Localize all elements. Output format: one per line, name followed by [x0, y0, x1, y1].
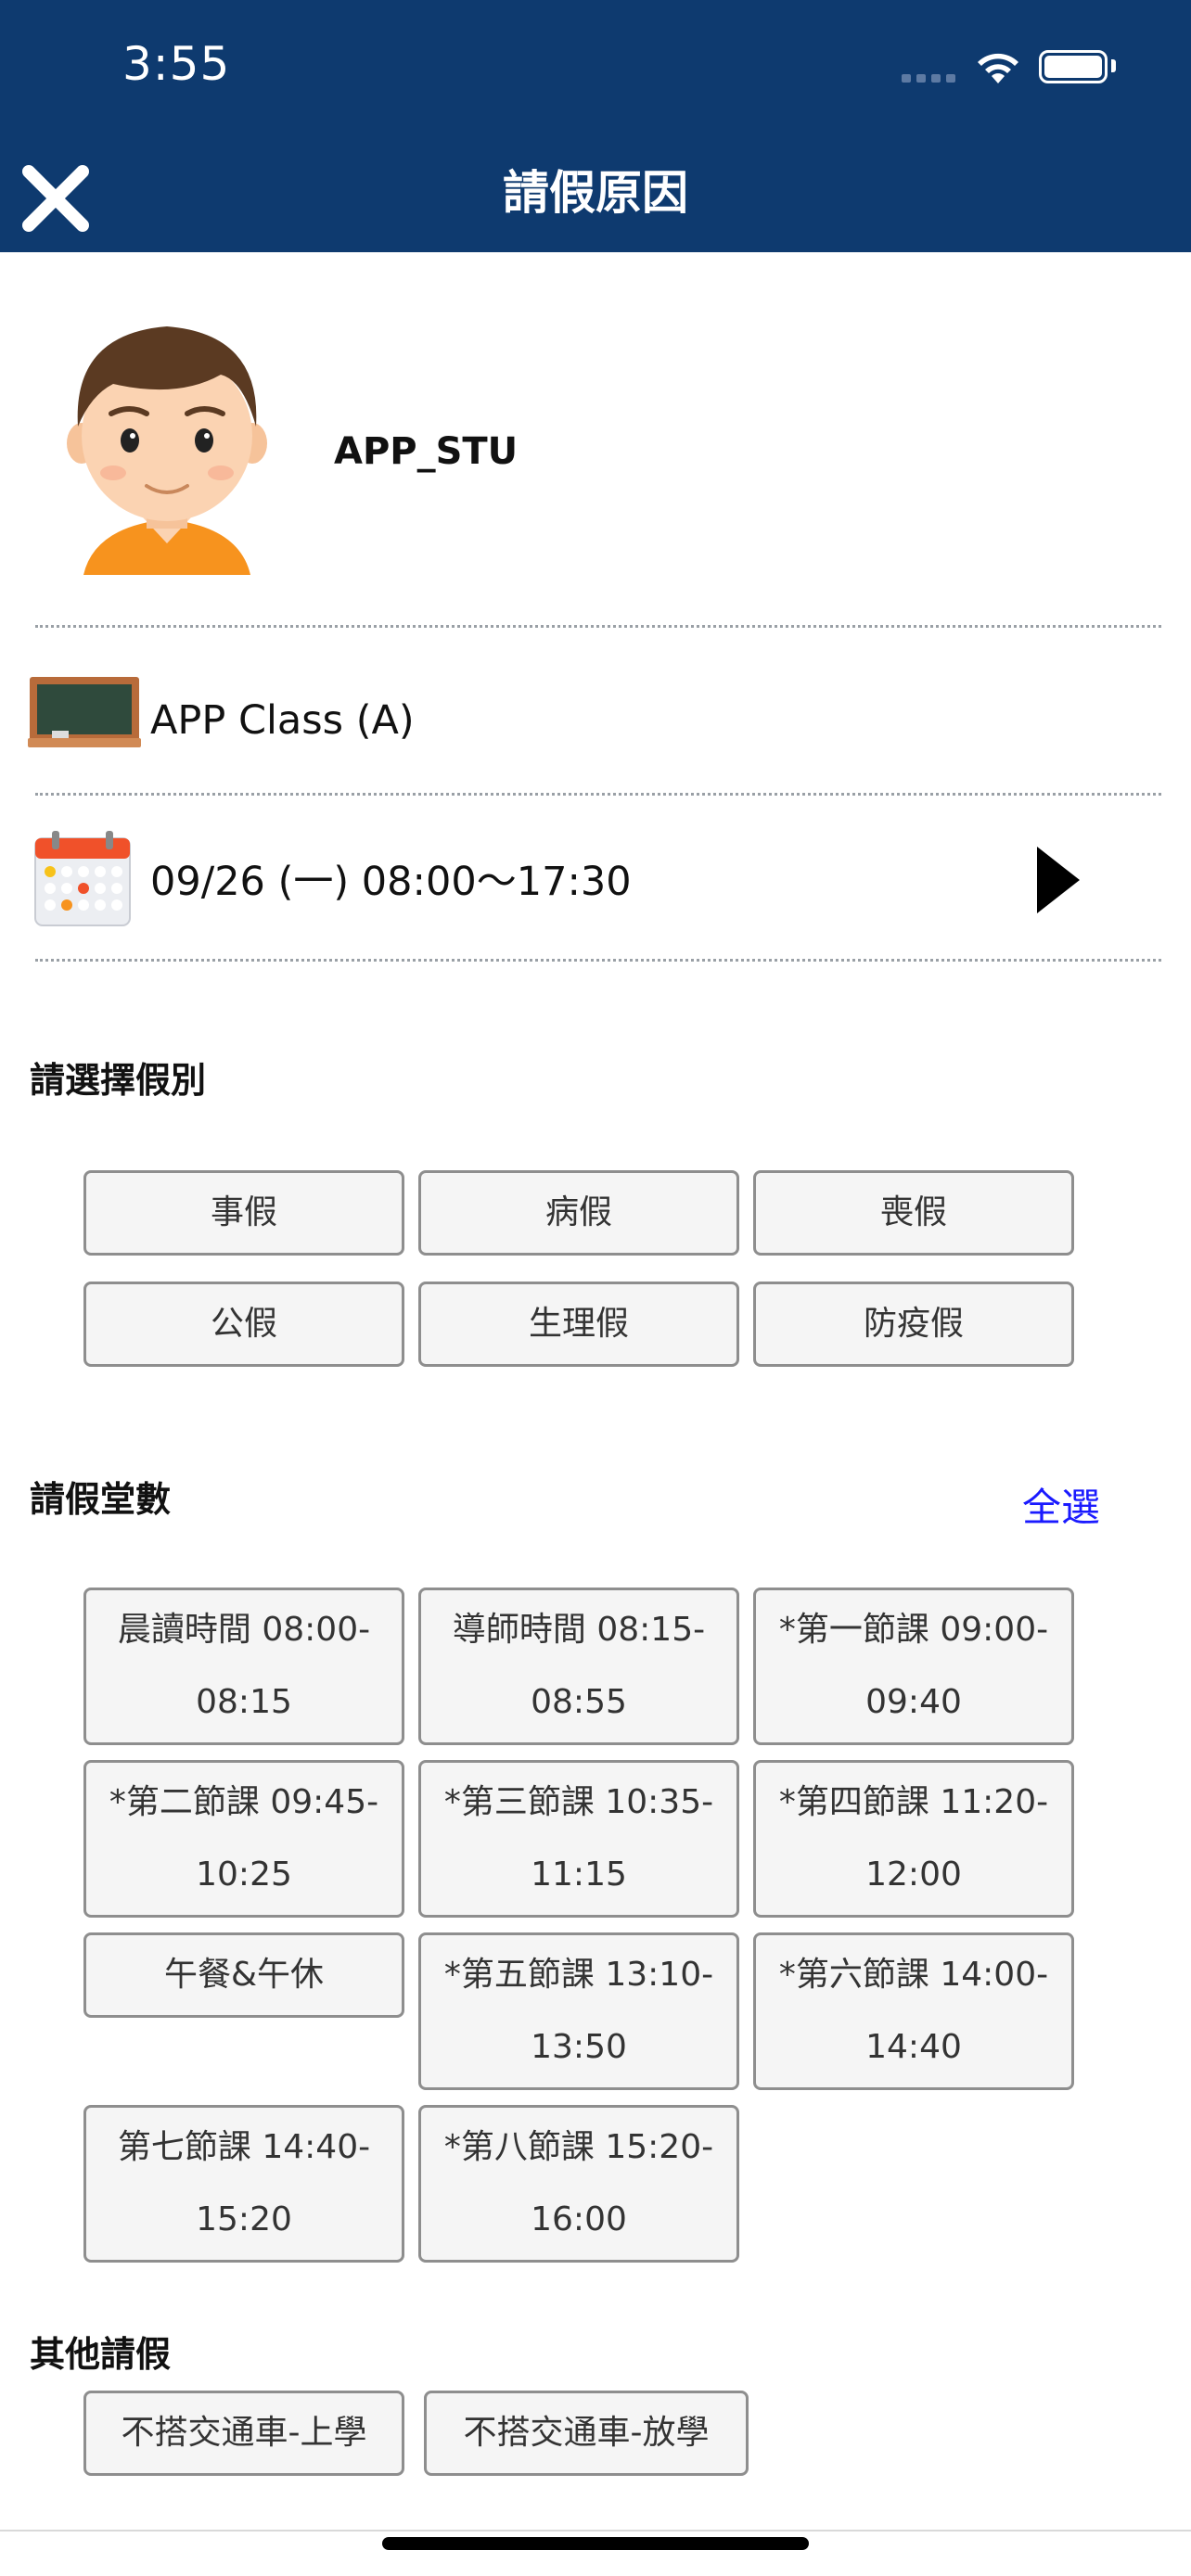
- cellular-signal-icon: [902, 74, 955, 83]
- period-time-end: 14:40: [865, 2028, 962, 2066]
- period-chip[interactable]: 晨讀時間 08:00- 08:15: [83, 1588, 404, 1745]
- period-chip[interactable]: 導師時間 08:15- 08:55: [418, 1588, 739, 1745]
- period-chip-lunch[interactable]: 午餐&午休: [83, 1932, 404, 2018]
- period-time-end: 09:40: [865, 1683, 962, 1721]
- wifi-icon: [974, 48, 1022, 89]
- divider: [35, 793, 1161, 796]
- periods-title: 請假堂數: [30, 1479, 172, 1520]
- calendar-icon: [33, 831, 132, 931]
- period-time-end: 12:00: [865, 1855, 962, 1894]
- period-time-end: 10:25: [196, 1855, 292, 1894]
- bottom-divider: [0, 2530, 1191, 2531]
- chalkboard-icon: [28, 675, 141, 753]
- period-time-start: *第五節課 13:10-: [443, 1956, 714, 1994]
- no-bus-to-school-chip[interactable]: 不搭交通車-上學: [83, 2391, 404, 2476]
- divider: [35, 959, 1161, 962]
- period-time-start: *第二節課 09:45-: [109, 1783, 379, 1821]
- period-time-start: *第三節課 10:35-: [443, 1783, 714, 1821]
- leave-type-personal[interactable]: 事假: [83, 1170, 404, 1256]
- period-time-end: 13:50: [531, 2028, 627, 2066]
- period-time-end: 11:15: [531, 1855, 627, 1894]
- battery-nub: [1111, 59, 1116, 72]
- period-time-start: *第一節課 09:00-: [778, 1611, 1049, 1649]
- home-indicator[interactable]: [382, 2537, 809, 2550]
- period-time-start: 導師時間 08:15-: [452, 1611, 706, 1649]
- period-chip[interactable]: *第二節課 09:45- 10:25: [83, 1760, 404, 1918]
- student-name: APP_STU: [334, 430, 519, 473]
- battery-icon: [1039, 50, 1108, 83]
- date-label: 09/26 (一) 08:00～17:30: [150, 859, 632, 905]
- leave-reason-screen: 3:55 請假原因 APP_STU APP Class (A) 09/26 (一…: [0, 0, 1191, 2576]
- period-time-start: 晨讀時間 08:00-: [117, 1611, 371, 1649]
- status-time: 3:55: [122, 37, 231, 91]
- class-label: APP Class (A): [150, 697, 415, 744]
- period-time-end: 16:00: [531, 2200, 627, 2238]
- period-label: 午餐&午休: [163, 1956, 325, 1994]
- other-leave-title: 其他請假: [30, 2334, 172, 2375]
- period-time-start: *第八節課 15:20-: [443, 2128, 714, 2166]
- period-chip[interactable]: *第四節課 11:20- 12:00: [753, 1760, 1074, 1918]
- leave-type-sick[interactable]: 病假: [418, 1170, 739, 1256]
- no-bus-after-school-chip[interactable]: 不搭交通車-放學: [424, 2391, 749, 2476]
- date-picker-button[interactable]: [1026, 838, 1091, 922]
- app-header: 3:55 請假原因: [0, 0, 1191, 252]
- select-all-link[interactable]: 全選: [1022, 1476, 1100, 1533]
- period-time-start: *第六節課 14:00-: [778, 1956, 1049, 1994]
- period-chip[interactable]: 第七節課 14:40- 15:20: [83, 2105, 404, 2263]
- period-time-end: 15:20: [196, 2200, 292, 2238]
- divider: [35, 625, 1161, 628]
- period-time-start: *第四節課 11:20-: [778, 1783, 1049, 1821]
- period-chip[interactable]: *第六節課 14:00- 14:40: [753, 1932, 1074, 2090]
- leave-type-bereavement[interactable]: 喪假: [753, 1170, 1074, 1256]
- leave-type-official[interactable]: 公假: [83, 1282, 404, 1367]
- period-time-end: 08:55: [531, 1683, 627, 1721]
- period-time-end: 08:15: [196, 1683, 292, 1721]
- leave-type-menstrual[interactable]: 生理假: [418, 1282, 739, 1367]
- period-chip[interactable]: *第五節課 13:10- 13:50: [418, 1932, 739, 2090]
- period-chip[interactable]: *第一節課 09:00- 09:40: [753, 1588, 1074, 1745]
- play-arrow-icon: [1037, 847, 1080, 913]
- period-chip[interactable]: *第三節課 10:35- 11:15: [418, 1760, 739, 1918]
- student-avatar-icon: [58, 306, 276, 584]
- leave-type-epidemic[interactable]: 防疫假: [753, 1282, 1074, 1367]
- period-chip[interactable]: *第八節課 15:20- 16:00: [418, 2105, 739, 2263]
- page-title: 請假原因: [503, 166, 688, 220]
- period-time-start: 第七節課 14:40-: [117, 2128, 371, 2166]
- leave-type-title: 請選擇假別: [30, 1060, 207, 1101]
